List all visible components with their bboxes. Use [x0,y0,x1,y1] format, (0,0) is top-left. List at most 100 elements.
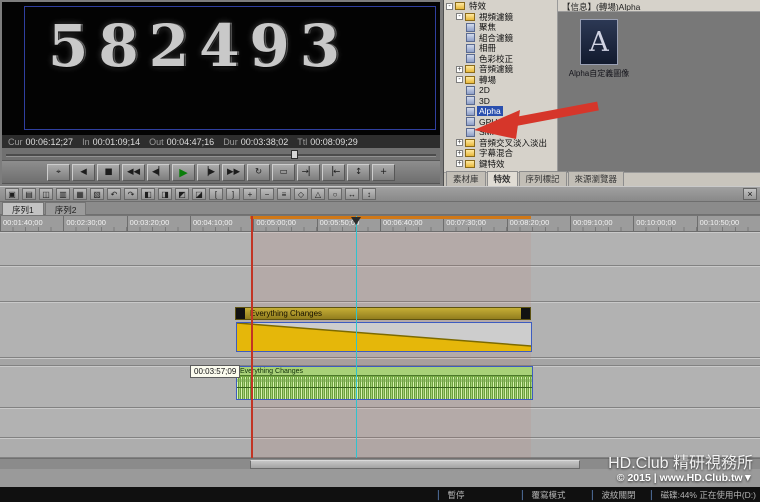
timecode-dur-label: Dur [223,137,238,147]
expand-toggle-icon[interactable]: - [456,76,463,83]
toolbar-redo-icon[interactable]: ↷ [124,188,138,200]
status-separator: ▏ [438,490,445,501]
tree-item-transition-gpu[interactable]: GPU [444,117,557,128]
tree-item-label: Alpha [477,106,503,116]
status-edit-mode-text: 覆寫模式 [532,489,566,501]
toolbar-bin-icon[interactable]: ▤ [22,188,36,200]
effect-icon [466,107,475,116]
review-button[interactable]: ◀ [72,164,95,181]
tree-item-transition-3d[interactable]: 3D [444,96,557,107]
goto-in-button[interactable]: →▏ [297,164,320,181]
toolbar-cut-icon[interactable]: ◫ [39,188,53,200]
folder-icon [465,139,475,147]
playhead-line [356,216,357,458]
add-marker-button[interactable]: + [372,164,395,181]
close-icon[interactable]: × [743,188,757,200]
display-mode-button[interactable]: ▭ [272,164,295,181]
expand-toggle-icon[interactable]: - [446,3,453,10]
toolbar-add-icon[interactable]: + [243,188,257,200]
watermark-copyright: © 2015 | www.HD.Club.tw▼ [617,472,753,484]
palette-tabs: 素材庫特效序列標記來源瀏覽器 [444,172,760,186]
tree-item-transitions[interactable]: - 轉場 [444,75,557,86]
goto-out-button[interactable]: ▕← [322,164,345,181]
effects-panel-body: -特效-視頻濾鏡聚焦組合濾鏡相冊色彩校正+音頻濾鏡-轉場2D3DAlphaGPU… [444,0,760,172]
play-button[interactable]: ▶ [172,164,195,181]
fast-forward-button[interactable]: ▶▶ [222,164,245,181]
palette-tab-sequence-marker[interactable]: 序列標記 [519,171,567,186]
palette-tab-source-browser[interactable]: 來源瀏覽器 [568,171,625,186]
tree-item-combine-filters[interactable]: 組合濾鏡 [444,33,557,44]
toolbar-sync-icon[interactable]: △ [311,188,325,200]
jog-button[interactable]: ⌖ [47,164,70,181]
toolbar-menu-icon[interactable]: ≡ [277,188,291,200]
toolbar-paste-icon[interactable]: ▦ [73,188,87,200]
preview-frame-number: 582493 [48,12,350,80]
toolbar-mark-in-icon[interactable]: [ [209,188,223,200]
toolbar-v-zoom-icon[interactable]: ↕ [362,188,376,200]
tree-item-audio-filters[interactable]: +音頻濾鏡 [444,64,557,75]
timeline-h-scrollbar-thumb[interactable] [250,460,580,469]
rewind-button[interactable]: ◀◀ [122,164,145,181]
tree-item-label: 鍵特效 [477,158,507,170]
expand-toggle-icon[interactable]: + [456,139,463,146]
alpha-effect-thumbnail[interactable]: A Alpha自定義圖像 [570,19,628,79]
position-slider[interactable] [2,148,440,161]
expand-toggle-icon[interactable]: + [456,160,463,167]
tree-item-video-filters[interactable]: -視頻濾鏡 [444,12,557,23]
timecode-ttl: Ttl00:08:09;29 [297,137,358,147]
ruler-label: 00:01:40;00 [0,216,63,231]
position-slider-thumb[interactable] [291,150,298,159]
status-bar: ▏暫停▏覆寫模式▏波紋關閉▏磁碟:44% 正在使用中(D:) [0,487,760,502]
expand-toggle-icon[interactable]: + [456,150,463,157]
timecode-cur-value: 00:06:12;27 [26,137,74,147]
toolbar-remove-icon[interactable]: − [260,188,274,200]
sequence-tab-seq2[interactable]: 序列2 [45,202,87,215]
video-clip[interactable]: Everything Changes [235,307,531,320]
folder-icon [455,2,465,10]
timecode-in-value: 00:01:09;14 [93,137,141,147]
tree-item-label: 3D [477,96,492,106]
loop-button[interactable]: ↻ [247,164,270,181]
opacity-ramp-graphic [237,323,531,351]
ruler-label: 00:02:30;00 [63,216,126,231]
clip-opacity-ramp[interactable] [236,322,532,352]
folder-icon [465,149,475,157]
folder-icon [465,160,475,168]
toolbar-mode-b-icon[interactable]: ◨ [158,188,172,200]
audio-clip[interactable]: Everything Changes [236,366,533,400]
playhead-marker[interactable] [351,217,361,225]
toolbar-snap-icon[interactable]: ○ [328,188,342,200]
palette-tab-bin[interactable]: 素材庫 [446,171,486,186]
stop-button[interactable]: ■ [97,164,120,181]
toolbar-mode-d-icon[interactable]: ◪ [192,188,206,200]
toolbar-mark-out-icon[interactable]: ] [226,188,240,200]
toolbar-save-icon[interactable]: ▣ [5,188,19,200]
toolbar-undo-icon[interactable]: ↶ [107,188,121,200]
toolbar-copy-icon[interactable]: ▥ [56,188,70,200]
audio-waveform [237,377,532,399]
toolbar-pattern-icon[interactable]: ▧ [90,188,104,200]
timecode-out: Out00:04:47;16 [149,137,214,147]
prev-frame-button[interactable]: ◀▏ [147,164,170,181]
status-edit-mode: ▏覆寫模式 [522,489,566,501]
toolbar-ripple-icon[interactable]: ◇ [294,188,308,200]
sequence-tab-seq1[interactable]: 序列1 [2,202,44,215]
tree-item-label: SMPTE [477,127,510,137]
next-frame-button[interactable]: ▕▶ [197,164,220,181]
tree-item-key-effects[interactable]: + 鍵特效 [444,159,557,170]
tree-item-label: 轉場 [477,74,498,86]
expand-toggle-icon[interactable]: - [456,13,463,20]
tree-item-transition-2d[interactable]: 2D [444,85,557,96]
effect-icon [466,54,475,63]
status-ripple-mode-text: 波紋關閉 [602,489,636,501]
timecode-in-label: In [82,137,90,147]
timecode-ttl-value: 00:08:09;29 [310,137,358,147]
toolbar-mode-c-icon[interactable]: ◩ [175,188,189,200]
expand-toggle-icon[interactable]: + [456,66,463,73]
effect-icon [466,44,475,53]
expand-button[interactable]: ↕ [347,164,370,181]
tree-item-transition-alpha[interactable]: Alpha [444,106,557,117]
toolbar-mode-a-icon[interactable]: ◧ [141,188,155,200]
palette-tab-effect[interactable]: 特效 [487,171,518,186]
toolbar-h-zoom-icon[interactable]: ↔ [345,188,359,200]
